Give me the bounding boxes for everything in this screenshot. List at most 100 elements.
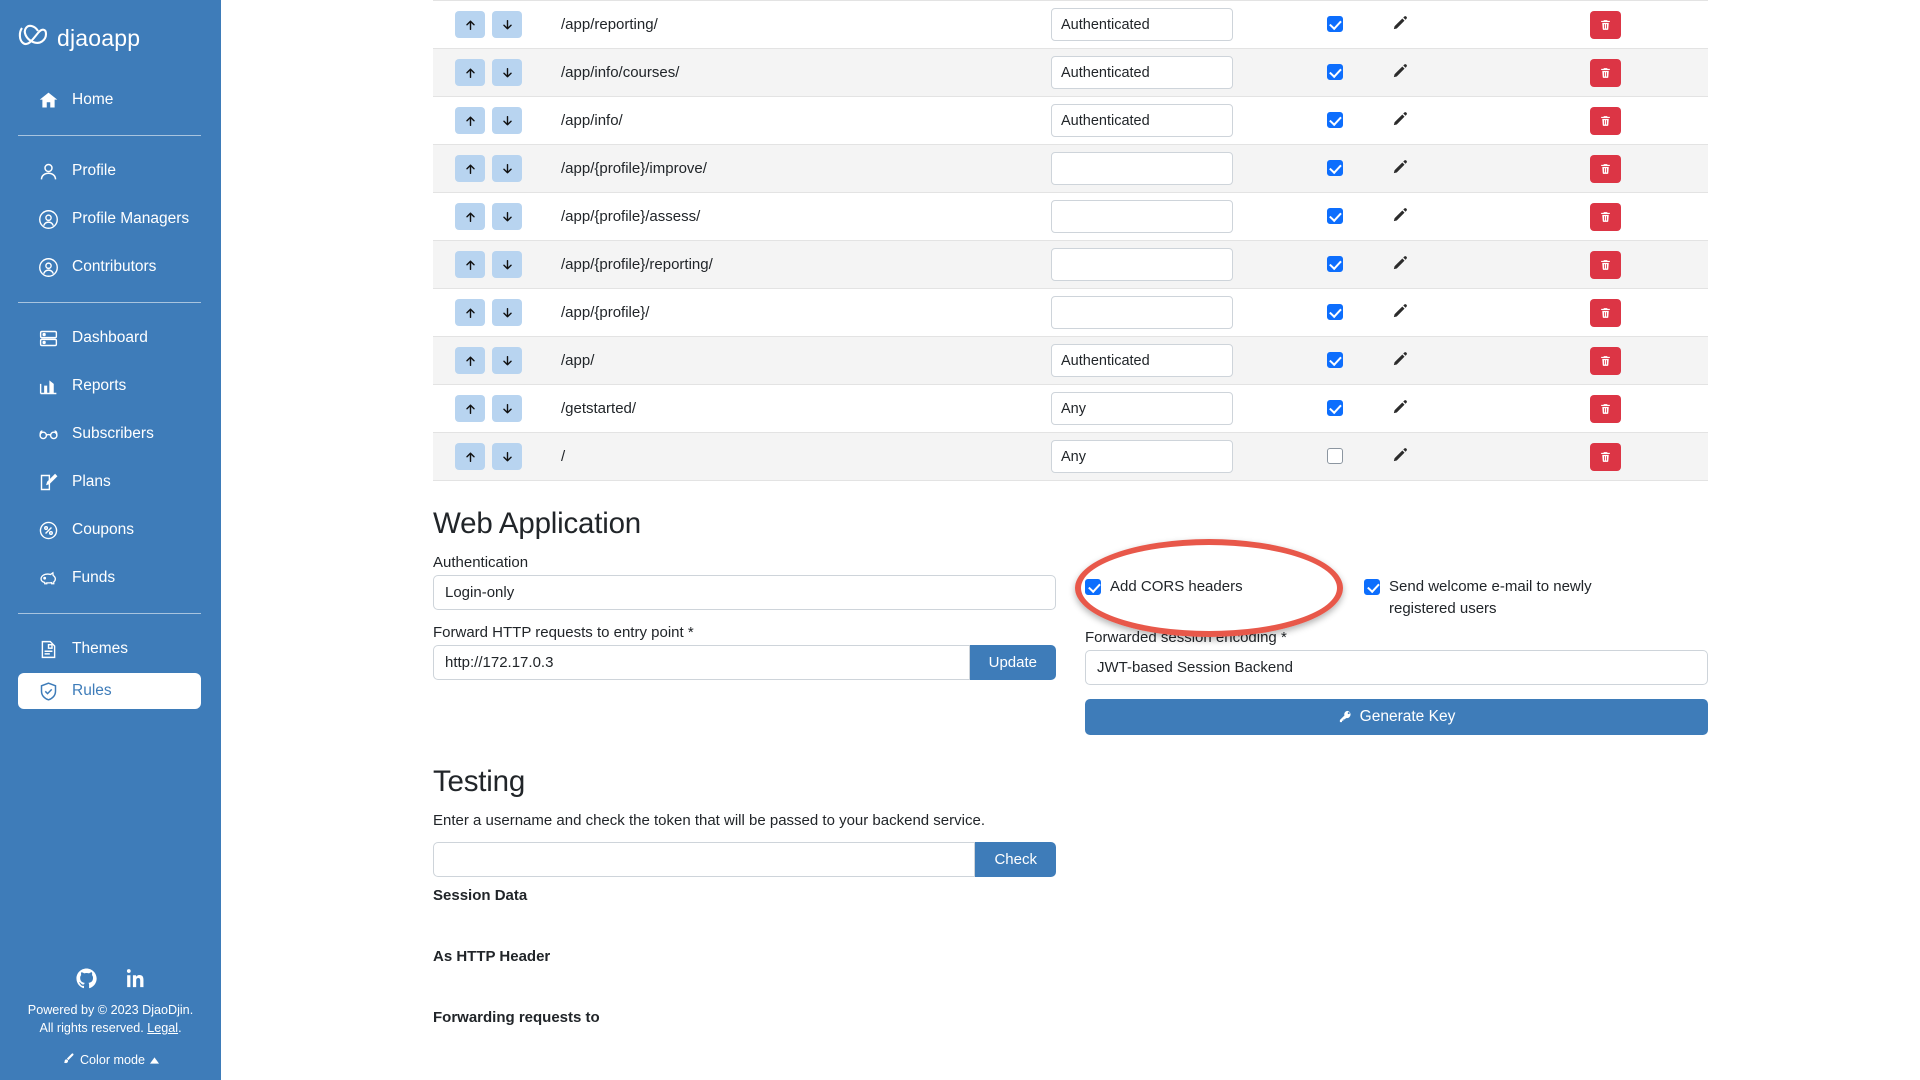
sidebar-item-home[interactable]: Home [0, 76, 221, 124]
send-welcome-email-checkbox[interactable] [1364, 579, 1380, 595]
delete-rule-button[interactable] [1589, 442, 1621, 471]
color-mode-label: Color mode [79, 1053, 146, 1067]
move-down-button[interactable] [492, 395, 522, 422]
rule-path: / [561, 447, 566, 465]
color-mode-toggle[interactable]: Color mode [0, 1052, 221, 1068]
github-icon[interactable] [75, 967, 98, 990]
rule-enabled-checkbox[interactable] [1326, 112, 1343, 129]
brand-logo[interactable]: djaoapp [0, 0, 221, 56]
move-up-button[interactable] [455, 203, 485, 230]
sidebar-item-profile[interactable]: Profile [0, 147, 221, 195]
move-up-button[interactable] [455, 11, 485, 38]
sidebar-item-contributors[interactable]: Contributors [0, 243, 221, 291]
sidebar-item-themes[interactable]: Themes [0, 625, 221, 673]
move-up-button[interactable] [455, 443, 485, 470]
move-up-button[interactable] [455, 347, 485, 374]
move-down-button[interactable] [492, 443, 522, 470]
delete-rule-button[interactable] [1589, 250, 1621, 279]
generate-key-button[interactable]: Generate Key [1085, 698, 1708, 735]
rule-enabled-checkbox[interactable] [1326, 304, 1343, 321]
forward-entry-point-field: Forward HTTP requests to entry point * U… [433, 624, 1056, 680]
delete-rule-button[interactable] [1589, 202, 1621, 231]
edit-rule-button[interactable] [1392, 350, 1409, 367]
linkedin-icon[interactable] [124, 967, 147, 990]
rule-enabled-checkbox[interactable] [1326, 64, 1343, 81]
move-down-button[interactable] [492, 59, 522, 86]
sidebar-item-coupons[interactable]: Coupons [0, 506, 221, 554]
move-up-button[interactable] [455, 299, 485, 326]
delete-rule-button[interactable] [1589, 298, 1621, 327]
sidebar-item-plans[interactable]: Plans [0, 458, 221, 506]
edit-rule-button[interactable] [1392, 398, 1409, 415]
move-down-button[interactable] [492, 155, 522, 182]
testing-username-input[interactable] [433, 841, 976, 877]
rule-value-input[interactable] [1051, 152, 1233, 185]
rule-value-input[interactable] [1051, 248, 1233, 281]
edit-rule-button[interactable] [1392, 206, 1409, 223]
pencil-icon [1392, 254, 1409, 271]
move-up-button[interactable] [455, 107, 485, 134]
sidebar-item-reports[interactable]: Reports [0, 362, 221, 410]
rule-enabled-checkbox[interactable] [1326, 16, 1343, 33]
move-down-button[interactable] [492, 251, 522, 278]
rule-enabled-checkbox[interactable] [1326, 160, 1343, 177]
session-encoding-select[interactable] [1085, 649, 1708, 685]
delete-rule-button[interactable] [1589, 58, 1621, 87]
session-data-output [433, 904, 1708, 948]
session-encoding-label: Forwarded session encoding * [1085, 628, 1287, 646]
move-up-button[interactable] [455, 155, 485, 182]
move-up-button[interactable] [455, 395, 485, 422]
sidebar-item-rules[interactable]: Rules [18, 673, 201, 709]
forward-entry-point-label: Forward HTTP requests to entry point * [433, 624, 694, 641]
update-button[interactable]: Update [969, 645, 1056, 680]
delete-rule-button[interactable] [1589, 154, 1621, 183]
forward-entry-point-input[interactable] [433, 645, 970, 680]
edit-rule-button[interactable] [1392, 302, 1409, 319]
authentication-select[interactable] [433, 575, 1056, 610]
rule-value-input[interactable] [1051, 440, 1233, 473]
add-cors-headers-field: Add CORS headers [1085, 576, 1320, 620]
rule-enabled-checkbox[interactable] [1326, 448, 1343, 465]
sidebar-item-dashboard[interactable]: Dashboard [0, 314, 221, 362]
rule-value-input[interactable] [1051, 200, 1233, 233]
edit-rule-button[interactable] [1392, 14, 1409, 31]
rule-value-input[interactable] [1051, 8, 1233, 41]
copyright: Powered by © 2023 DjaoDjin. All rights r… [0, 1002, 221, 1038]
path-cell: /app/{profile}/ [561, 288, 1051, 337]
rule-enabled-checkbox[interactable] [1326, 352, 1343, 369]
edit-rule-button[interactable] [1392, 254, 1409, 271]
sidebar-item-profile-managers[interactable]: Profile Managers [0, 195, 221, 243]
rule-value-input[interactable] [1051, 344, 1233, 377]
move-up-button[interactable] [455, 251, 485, 278]
move-down-button[interactable] [492, 347, 522, 374]
edit-rule-button[interactable] [1392, 62, 1409, 79]
rule-value-input[interactable] [1051, 56, 1233, 89]
delete-rule-button[interactable] [1589, 346, 1621, 375]
add-cors-headers-checkbox[interactable] [1085, 579, 1101, 595]
sidebar-item-subscribers[interactable]: Subscribers [0, 410, 221, 458]
move-down-button[interactable] [492, 11, 522, 38]
sidebar-item-funds[interactable]: Funds [0, 554, 221, 602]
edit-rule-button[interactable] [1392, 158, 1409, 175]
move-down-button[interactable] [492, 299, 522, 326]
legal-link[interactable]: Legal [147, 1021, 178, 1035]
edit-rule-button[interactable] [1392, 110, 1409, 127]
sidebar-footer: Powered by © 2023 DjaoDjin. All rights r… [0, 967, 221, 1080]
edit-rule-button[interactable] [1392, 446, 1409, 463]
rule-enabled-checkbox[interactable] [1326, 208, 1343, 225]
delete-rule-button[interactable] [1589, 394, 1621, 423]
rule-enabled-checkbox[interactable] [1326, 400, 1343, 417]
rule-enabled-checkbox[interactable] [1326, 256, 1343, 273]
rule-value-input[interactable] [1051, 296, 1233, 329]
move-up-button[interactable] [455, 59, 485, 86]
send-welcome-email-label[interactable]: Send welcome e-mail to newly registered … [1389, 576, 1654, 620]
delete-rule-button[interactable] [1589, 10, 1621, 39]
move-down-button[interactable] [492, 107, 522, 134]
check-button[interactable]: Check [975, 841, 1056, 877]
move-down-button[interactable] [492, 203, 522, 230]
delete-rule-button[interactable] [1589, 106, 1621, 135]
rule-value-input[interactable] [1051, 392, 1233, 425]
edit-cell [1392, 384, 1502, 433]
add-cors-headers-label[interactable]: Add CORS headers [1110, 576, 1243, 598]
rule-value-input[interactable] [1051, 104, 1233, 137]
